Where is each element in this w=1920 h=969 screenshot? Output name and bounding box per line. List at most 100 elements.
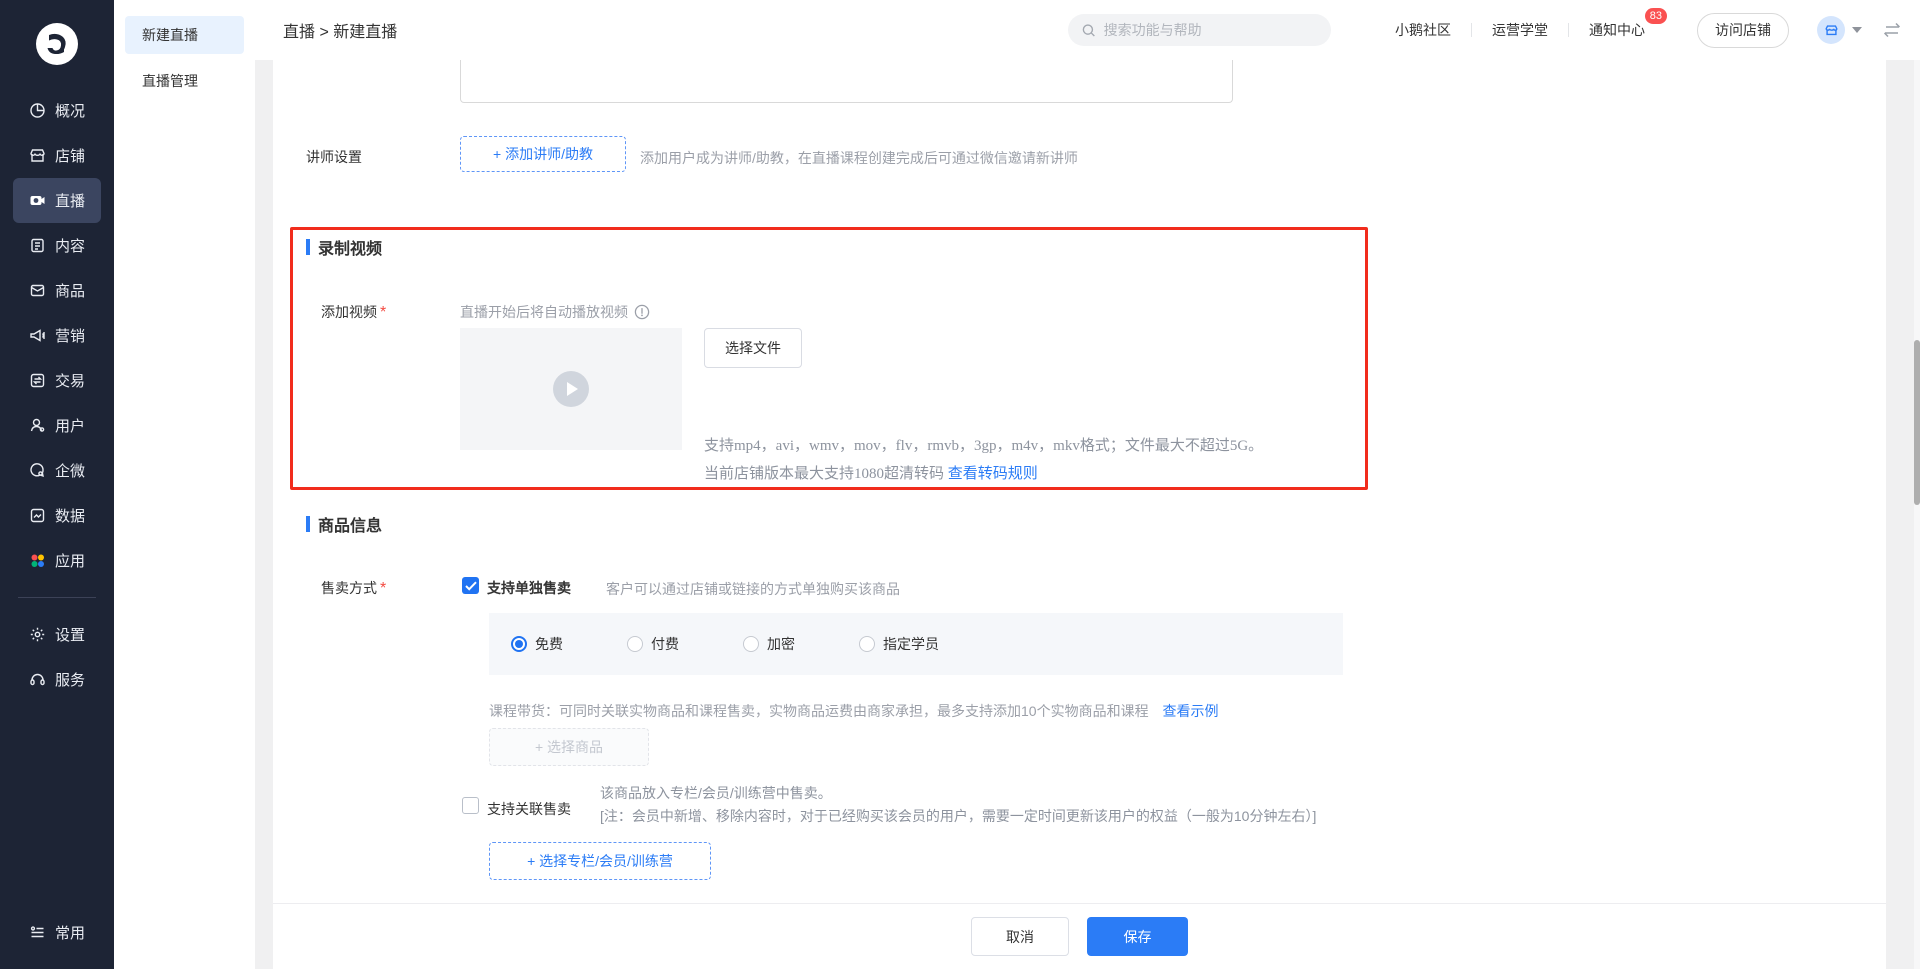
sidebar-item-apps[interactable]: 应用 [13, 538, 101, 583]
required-mark: * [380, 580, 386, 597]
sidebar-item-service[interactable]: 服务 [13, 657, 101, 702]
related-sale-hints: 该商品放入专栏/会员/训练营中售卖。 [注：会员中新增、移除内容时，对于已经购买… [600, 782, 1316, 828]
save-button[interactable]: 保存 [1087, 917, 1188, 956]
related-hint-line2: [注：会员中新增、移除内容时，对于已经购买该会员的用户，需要一定时间更新该用户的… [600, 805, 1316, 828]
sidebar-item-label: 企微 [55, 460, 85, 481]
price-options-panel: 免费 付费 加密 指定学员 [489, 613, 1343, 675]
choose-file-button[interactable]: 选择文件 [704, 328, 802, 368]
subnav-item-live-management[interactable]: 直播管理 [125, 62, 244, 100]
search-box[interactable] [1068, 14, 1331, 46]
scrollbar[interactable] [1914, 60, 1920, 969]
footer-action-bar: 取消 保存 [273, 903, 1886, 969]
autoplay-tip: 直播开始后将自动播放视频 [460, 302, 650, 322]
video-camera-icon [28, 192, 46, 210]
sidebar-item-data[interactable]: 数据 [13, 493, 101, 538]
sidebar-item-users[interactable]: 用户 [13, 403, 101, 448]
section-bar [306, 516, 310, 532]
radio-paid[interactable]: 付费 [627, 634, 679, 654]
sidebar-item-content[interactable]: 内容 [13, 223, 101, 268]
search-input[interactable] [1104, 22, 1317, 38]
video-placeholder [460, 328, 682, 450]
sidebar-item-label: 内容 [55, 235, 85, 256]
apps-icon [28, 552, 46, 570]
sidebar-item-label: 概况 [55, 100, 85, 121]
visit-store-button[interactable]: 访问店铺 [1697, 13, 1789, 48]
primary-sidebar: 概况 店铺 直播 内容 商品 营销 交易 用户 [0, 0, 114, 969]
pie-chart-icon [28, 102, 46, 120]
notification-badge: 83 [1645, 8, 1667, 24]
lecturer-label: 讲师设置 [306, 147, 362, 167]
add-video-label: 添加视频* [321, 302, 386, 322]
avatar[interactable] [1817, 16, 1845, 44]
sidebar-item-overview[interactable]: 概况 [13, 88, 101, 133]
megaphone-icon [28, 327, 46, 345]
link-community[interactable]: 小鹅社区 [1375, 20, 1471, 40]
xiaoet-logo-icon [35, 22, 79, 66]
topbar: 直播 > 新建直播 小鹅社区 运营学堂 通知中心 83 访问店铺 [255, 0, 1920, 60]
sidebar-item-label: 数据 [55, 505, 85, 526]
store-avatar-icon [1824, 23, 1839, 38]
document-icon [28, 237, 46, 255]
sidebar-item-settings[interactable]: 设置 [13, 612, 101, 657]
radio-off-icon [859, 636, 875, 652]
subnav-item-label: 直播管理 [142, 71, 198, 91]
info-icon[interactable] [634, 304, 650, 320]
logo[interactable] [0, 0, 114, 88]
standalone-sale-checkbox[interactable] [462, 577, 479, 594]
sidebar-item-label: 常用 [55, 922, 85, 943]
scrollbar-thumb[interactable] [1914, 340, 1920, 505]
check-icon [465, 581, 477, 591]
related-sale-checkbox[interactable] [462, 797, 479, 814]
storefront-icon [28, 147, 46, 165]
subnav-item-label: 新建直播 [142, 25, 198, 45]
radio-off-icon [743, 636, 759, 652]
sidebar-item-wecom[interactable]: 企微 [13, 448, 101, 493]
section-bar [306, 239, 310, 255]
related-hint-line1: 该商品放入专栏/会员/训练营中售卖。 [600, 782, 1316, 805]
switch-account-icon[interactable] [1882, 22, 1902, 38]
cancel-button[interactable]: 取消 [971, 917, 1069, 956]
choose-product-button[interactable]: + 选择商品 [489, 728, 649, 766]
radio-encrypted[interactable]: 加密 [743, 634, 795, 654]
account-menu[interactable] [1817, 16, 1862, 44]
gear-icon [28, 626, 46, 644]
choose-related-button[interactable]: + 选择专栏/会员/训练营 [489, 842, 711, 880]
live-intro-textarea[interactable] [460, 60, 1233, 103]
sidebar-item-label: 设置 [55, 624, 85, 645]
app-window: 概况 店铺 直播 内容 商品 营销 交易 用户 [0, 0, 1920, 969]
sidebar-item-live[interactable]: 直播 [13, 178, 101, 223]
breadcrumb: 直播 > 新建直播 [283, 18, 397, 42]
video-format-info: 支持mp4，avi，wmv，mov，flv，rmvb，3gp，m4v，mkv格式… [704, 434, 1263, 486]
user-icon [28, 417, 46, 435]
radio-free[interactable]: 免费 [511, 634, 563, 654]
data-chart-icon [28, 507, 46, 525]
sidebar-item-label: 交易 [55, 370, 85, 391]
link-notification-center[interactable]: 通知中心 83 [1569, 20, 1665, 40]
form-card: 讲师设置 + 添加讲师/助教 添加用户成为讲师/助教，在直播课程创建完成后可通过… [273, 60, 1886, 969]
sidebar-item-label: 服务 [55, 669, 85, 690]
lecturer-hint: 添加用户成为讲师/助教，在直播课程创建完成后可通过微信邀请新讲师 [640, 148, 1078, 168]
sidebar-item-transaction[interactable]: 交易 [13, 358, 101, 403]
view-example-link[interactable]: 查看示例 [1162, 703, 1218, 719]
transcode-rules-link[interactable]: 查看转码规则 [948, 466, 1038, 482]
sidebar-item-store[interactable]: 店铺 [13, 133, 101, 178]
product-section-title: 商品信息 [306, 512, 382, 536]
section-title-text: 录制视频 [318, 235, 382, 259]
content-area: 讲师设置 + 添加讲师/助教 添加用户成为讲师/助教，在直播课程创建完成后可通过… [255, 60, 1920, 969]
service-icon [28, 671, 46, 689]
wecom-icon [28, 462, 46, 480]
sidebar-item-goods[interactable]: 商品 [13, 268, 101, 313]
sidebar-item-marketing[interactable]: 营销 [13, 313, 101, 358]
add-lecturer-button[interactable]: + 添加讲师/助教 [460, 136, 626, 172]
chevron-down-icon [1852, 27, 1862, 33]
sidebar-item-label: 店铺 [55, 145, 85, 166]
standalone-sale-hint: 客户可以通过店铺或链接的方式单独购买该商品 [606, 579, 900, 599]
goods-icon [28, 282, 46, 300]
standalone-sale-label[interactable]: 支持单独售卖 [487, 578, 571, 598]
radio-designated-students[interactable]: 指定学员 [859, 634, 939, 654]
sidebar-item-label: 直播 [55, 190, 85, 211]
link-academy[interactable]: 运营学堂 [1472, 20, 1568, 40]
sidebar-item-frequent[interactable]: 常用 [13, 910, 101, 955]
related-sale-label[interactable]: 支持关联售卖 [487, 799, 571, 819]
subnav-item-new-live[interactable]: 新建直播 [125, 16, 244, 54]
